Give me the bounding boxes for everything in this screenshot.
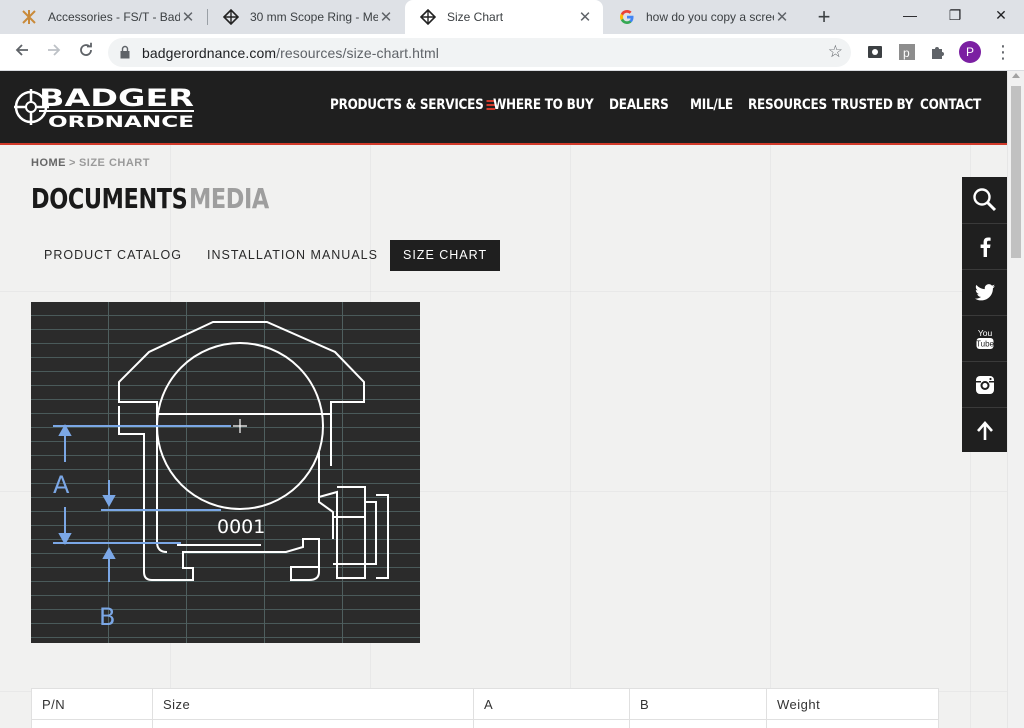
minimize-button[interactable]: —: [887, 0, 933, 30]
instagram-icon: [975, 375, 994, 394]
subtab-size-chart[interactable]: SIZE CHART: [390, 240, 501, 271]
reload-icon: [80, 42, 92, 56]
nav-where-to-buy[interactable]: WHERE TO BUY: [493, 97, 594, 113]
nav-label: PRODUCTS & SERVICES: [330, 97, 484, 113]
page-viewport: BADGER ORDNANCE PRODUCTS & SERVICES WHER…: [0, 71, 1024, 728]
scroll-thumb[interactable]: [1011, 86, 1021, 258]
back-to-top-button[interactable]: [962, 407, 1007, 453]
breadcrumb-home[interactable]: HOME: [31, 157, 66, 169]
badger-claw-icon: [20, 8, 38, 26]
nav-products-services[interactable]: PRODUCTS & SERVICES: [330, 97, 495, 113]
puzzle-extensions-icon[interactable]: [929, 43, 947, 61]
p-extension-icon[interactable]: p: [898, 43, 916, 61]
nav-trusted-by[interactable]: TRUSTED BY: [832, 97, 913, 113]
badger-logo-icon: [222, 8, 240, 26]
profile-avatar[interactable]: P: [959, 41, 981, 63]
maximize-button[interactable]: ❐: [932, 0, 978, 30]
breadcrumb: HOME > SIZE CHART: [31, 157, 150, 169]
close-icon[interactable]: ✕: [180, 8, 196, 26]
search-icon: [972, 188, 996, 212]
site-header: BADGER ORDNANCE PRODUCTS & SERVICES WHER…: [0, 71, 1007, 145]
lock-icon: [120, 45, 130, 59]
scope-ring-diagram: A B 0001: [31, 302, 420, 643]
badger-ordnance-logo[interactable]: BADGER ORDNANCE: [13, 84, 196, 131]
facebook-link[interactable]: [962, 223, 1007, 269]
breadcrumb-separator: >: [69, 157, 76, 169]
tab-title: how do you copy a screenshot: [646, 10, 774, 24]
facebook-icon: [980, 237, 991, 257]
youtube-icon: You Tube: [976, 328, 994, 349]
close-icon[interactable]: ✕: [577, 8, 593, 26]
size-chart-table: P/N Size A B Weight: [31, 688, 939, 728]
close-icon[interactable]: ✕: [774, 8, 790, 26]
google-g-icon: [618, 8, 636, 26]
search-button[interactable]: [962, 177, 1007, 223]
tab-documents[interactable]: DOCUMENTS: [31, 182, 188, 215]
screenshot-extension-icon[interactable]: [866, 43, 884, 61]
column-header-a: A: [473, 688, 630, 720]
subtab-product-catalog[interactable]: PRODUCT CATALOG: [31, 240, 195, 271]
social-sidebar: You Tube: [962, 177, 1007, 452]
subtab-installation-manuals[interactable]: INSTALLATION MANUALS: [194, 240, 391, 271]
page-scrollbar[interactable]: [1007, 71, 1024, 728]
scroll-up-arrow-icon[interactable]: [1012, 73, 1020, 78]
badger-logo-icon: [419, 8, 437, 26]
tab-media[interactable]: MEDIA: [189, 182, 269, 215]
svg-text:p: p: [903, 46, 910, 60]
tab-title: Accessories - FS/T - Badger: [48, 10, 180, 24]
dimension-label-b: B: [99, 603, 115, 631]
column-header-weight: Weight: [766, 688, 939, 720]
breadcrumb-current: SIZE CHART: [78, 157, 150, 169]
back-button[interactable]: [10, 40, 34, 64]
browser-menu-icon[interactable]: ⋮: [994, 40, 1012, 64]
reload-button[interactable]: [74, 40, 98, 64]
browser-toolbar: badgerordnance.com/resources/size-chart.…: [0, 34, 1024, 71]
browser-tab-size-chart[interactable]: Size Chart ✕: [405, 0, 603, 34]
table-row: [31, 719, 939, 728]
youtube-link[interactable]: You Tube: [962, 315, 1007, 361]
column-header-b: B: [629, 688, 767, 720]
table-header-row: P/N Size A B Weight: [31, 688, 939, 720]
browser-tab-google[interactable]: how do you copy a screenshot ✕: [604, 0, 800, 34]
logo-line-2: ORDNANCE: [48, 112, 194, 131]
url-text: badgerordnance.com/resources/size-chart.…: [142, 45, 439, 61]
column-header-size: Size: [152, 688, 474, 720]
instagram-link[interactable]: [962, 361, 1007, 407]
address-bar[interactable]: badgerordnance.com/resources/size-chart.…: [108, 38, 851, 67]
arrow-right-icon: [48, 44, 61, 56]
column-header-pn: P/N: [31, 688, 153, 720]
close-window-button[interactable]: ✕: [978, 0, 1024, 30]
browser-tab-accessories[interactable]: Accessories - FS/T - Badger ✕: [6, 0, 206, 34]
forward-button[interactable]: [42, 40, 66, 64]
url-path: /resources/size-chart.html: [276, 45, 439, 61]
tab-title: Size Chart: [447, 10, 504, 24]
twitter-icon: [974, 284, 995, 301]
svg-text:Tube: Tube: [976, 339, 994, 348]
nav-mil-le[interactable]: MIL/LE: [690, 97, 733, 113]
scope-ring-drawing: A B 0001: [31, 302, 420, 643]
arrow-left-icon: [15, 44, 28, 56]
nav-dealers[interactable]: DEALERS: [609, 97, 669, 113]
dimension-label-a: A: [53, 471, 70, 499]
part-number-label: 0001: [217, 516, 265, 538]
arrow-up-icon: [976, 420, 993, 440]
nav-contact[interactable]: CONTACT: [920, 97, 981, 113]
twitter-link[interactable]: [962, 269, 1007, 315]
nav-resources[interactable]: RESOURCES: [748, 97, 827, 113]
tab-title: 30 mm Scope Ring - Medium: [250, 10, 378, 24]
browser-tab-strip: Accessories - FS/T - Badger ✕ 30 mm Scop…: [0, 0, 1024, 34]
bookmark-star-icon[interactable]: ☆: [828, 42, 843, 62]
browser-tab-scope-ring[interactable]: 30 mm Scope Ring - Medium ✕: [208, 0, 404, 34]
url-host: badgerordnance.com: [142, 45, 277, 61]
logo-line-1: BADGER: [39, 85, 194, 112]
new-tab-button[interactable]: +: [812, 4, 836, 30]
close-icon[interactable]: ✕: [378, 8, 394, 26]
svg-text:You: You: [977, 328, 992, 338]
